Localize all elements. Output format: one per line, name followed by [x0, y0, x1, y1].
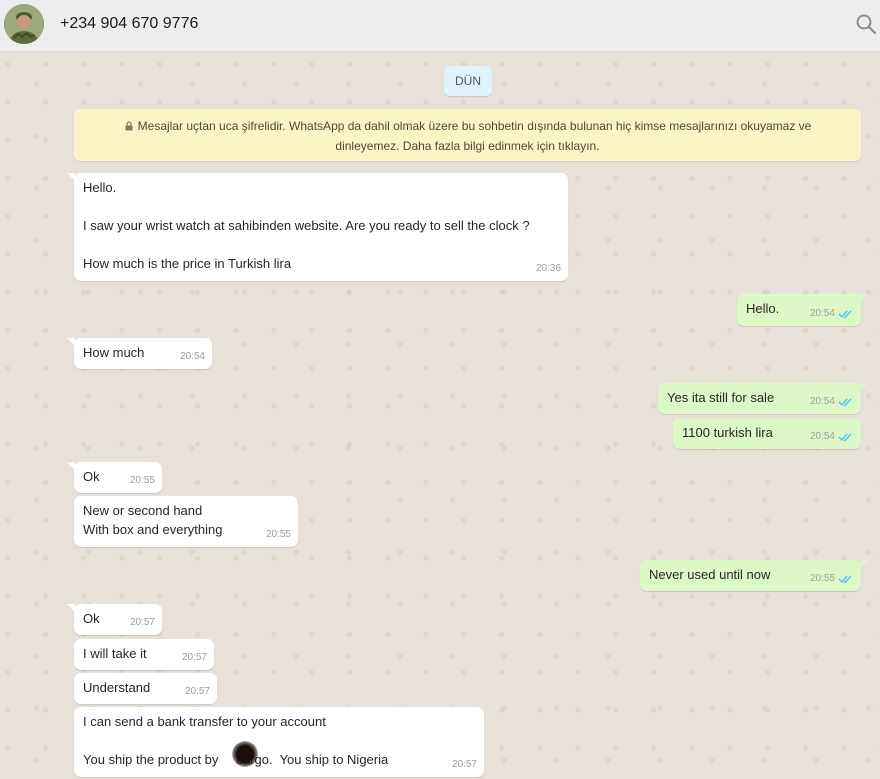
message-time: 20:57: [181, 652, 207, 663]
read-receipt-icon: [838, 398, 852, 406]
message-meta: 20:55: [130, 471, 155, 490]
redaction-blur: [232, 741, 258, 767]
message-incoming[interactable]: Ok 20:55: [67, 462, 162, 493]
message-incoming[interactable]: Ok 20:57: [67, 604, 162, 635]
message-time: 20:54: [809, 431, 835, 442]
search-icon[interactable]: [854, 12, 878, 36]
message-meta: 20:57: [182, 648, 207, 667]
avatar-image: [4, 4, 44, 44]
message-incoming[interactable]: Hello. I saw your wrist watch at sahibin…: [67, 173, 568, 281]
read-receipt-icon: [838, 310, 852, 318]
message-time: 20:57: [184, 686, 210, 697]
lock-icon: [124, 117, 134, 131]
message-meta: 20:55: [810, 569, 854, 588]
message-time: 20:55: [129, 475, 155, 486]
conversation-panel[interactable]: DÜN Mesajlar uçtan uca şifrelidir. Whats…: [0, 53, 880, 779]
message-meta: 20:55: [266, 525, 291, 544]
message-meta: 20:54: [810, 427, 854, 446]
message-incoming[interactable]: I can send a bank transfer to your accou…: [74, 707, 484, 777]
message-time: 20:54: [809, 308, 835, 319]
message-outgoing[interactable]: 1100 turkish lira 20:54: [673, 418, 861, 449]
message-meta: 20:54: [810, 392, 854, 411]
contact-name[interactable]: +234 904 670 9776: [60, 15, 198, 33]
message-time: 20:57: [451, 759, 477, 770]
message-incoming[interactable]: Understand 20:57: [74, 673, 217, 704]
message-time: 20:54: [809, 396, 835, 407]
chat-header: +234 904 670 9776: [0, 0, 880, 52]
message-meta: 20:57: [130, 613, 155, 632]
message-text: I can send a bank transfer to your accou…: [83, 714, 389, 767]
message-meta: 20:57: [185, 682, 210, 701]
message-text: Hello. I saw your wrist watch at sahibin…: [83, 180, 530, 271]
message-time: 20:57: [129, 617, 155, 628]
message-time: 20:55: [265, 529, 291, 540]
message-incoming[interactable]: New or second hand With box and everythi…: [74, 496, 298, 547]
message-outgoing[interactable]: Hello. 20:54: [737, 294, 868, 326]
message-time: 20:54: [179, 351, 205, 362]
date-separator: DÜN: [444, 66, 492, 96]
contact-avatar[interactable]: [4, 4, 44, 44]
message-meta: 20:36: [536, 259, 561, 278]
message-outgoing[interactable]: Yes ita still for sale 20:54: [658, 383, 868, 414]
message-meta: 20:54: [180, 347, 205, 366]
encryption-notice-text: Mesajlar uçtan uca şifrelidir. WhatsApp …: [137, 119, 812, 153]
message-incoming[interactable]: I will take it 20:57: [74, 639, 214, 670]
message-meta: 20:54: [810, 304, 854, 323]
message-outgoing[interactable]: Never used until now 20:55: [640, 560, 868, 591]
message-incoming[interactable]: How much 20:54: [67, 338, 212, 369]
read-receipt-icon: [838, 575, 852, 583]
message-time: 20:55: [809, 573, 835, 584]
read-receipt-icon: [838, 433, 852, 441]
encryption-notice[interactable]: Mesajlar uçtan uca şifrelidir. WhatsApp …: [74, 109, 861, 161]
message-time: 20:36: [535, 263, 561, 274]
message-text: New or second hand With box and everythi…: [83, 503, 223, 537]
message-meta: 20:57: [452, 755, 477, 774]
